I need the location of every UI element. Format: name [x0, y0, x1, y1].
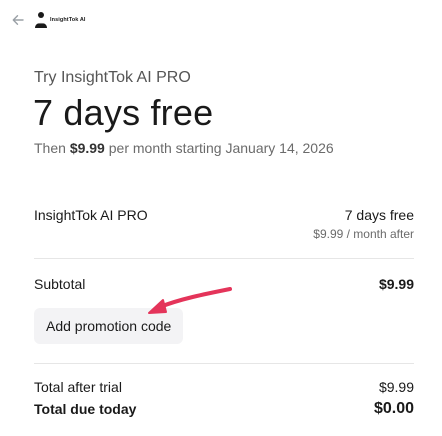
logo-text: InsightTok AI	[50, 17, 86, 23]
billing-terms-price: $9.99	[69, 140, 105, 156]
brand-logo: InsightTok AI	[34, 11, 86, 29]
line-item-name: InsightTok AI PRO	[34, 207, 148, 223]
billing-terms-suffix: per month starting January 14, 2026	[108, 140, 334, 156]
add-promotion-code-button[interactable]: Add promotion code	[34, 308, 184, 344]
billing-terms-prefix: Then	[34, 140, 66, 156]
total-due-today-value: $0.00	[373, 400, 414, 417]
subtotal-value: $9.99	[378, 276, 414, 292]
arrow-left-icon[interactable]	[10, 12, 26, 28]
subtotal-label: Subtotal	[34, 276, 86, 292]
billing-terms: Then $9.99 per month starting January 14…	[34, 140, 334, 156]
total-after-trial-value: $9.99	[378, 379, 414, 395]
checkout-header: InsightTok AI	[0, 0, 442, 44]
total-due-today-row: Total due today $0.00	[34, 400, 414, 423]
line-item-after-price: $9.99 / month after	[313, 227, 414, 241]
line-item-trial: 7 days free	[344, 207, 414, 223]
subtotal-row: Subtotal $9.99	[34, 276, 414, 296]
trial-headline: 7 days free	[33, 92, 214, 133]
total-due-today-label: Total due today	[34, 401, 137, 417]
divider	[34, 258, 414, 259]
line-item-row: InsightTok AI PRO 7 days free $9.99 / mo…	[34, 207, 414, 247]
logo-person-icon	[35, 12, 47, 28]
total-after-trial-row: Total after trial $9.99	[34, 379, 414, 399]
divider	[34, 363, 414, 364]
total-after-trial-label: Total after trial	[34, 379, 122, 395]
trial-offer-title: Try InsightTok AI PRO	[34, 69, 191, 86]
